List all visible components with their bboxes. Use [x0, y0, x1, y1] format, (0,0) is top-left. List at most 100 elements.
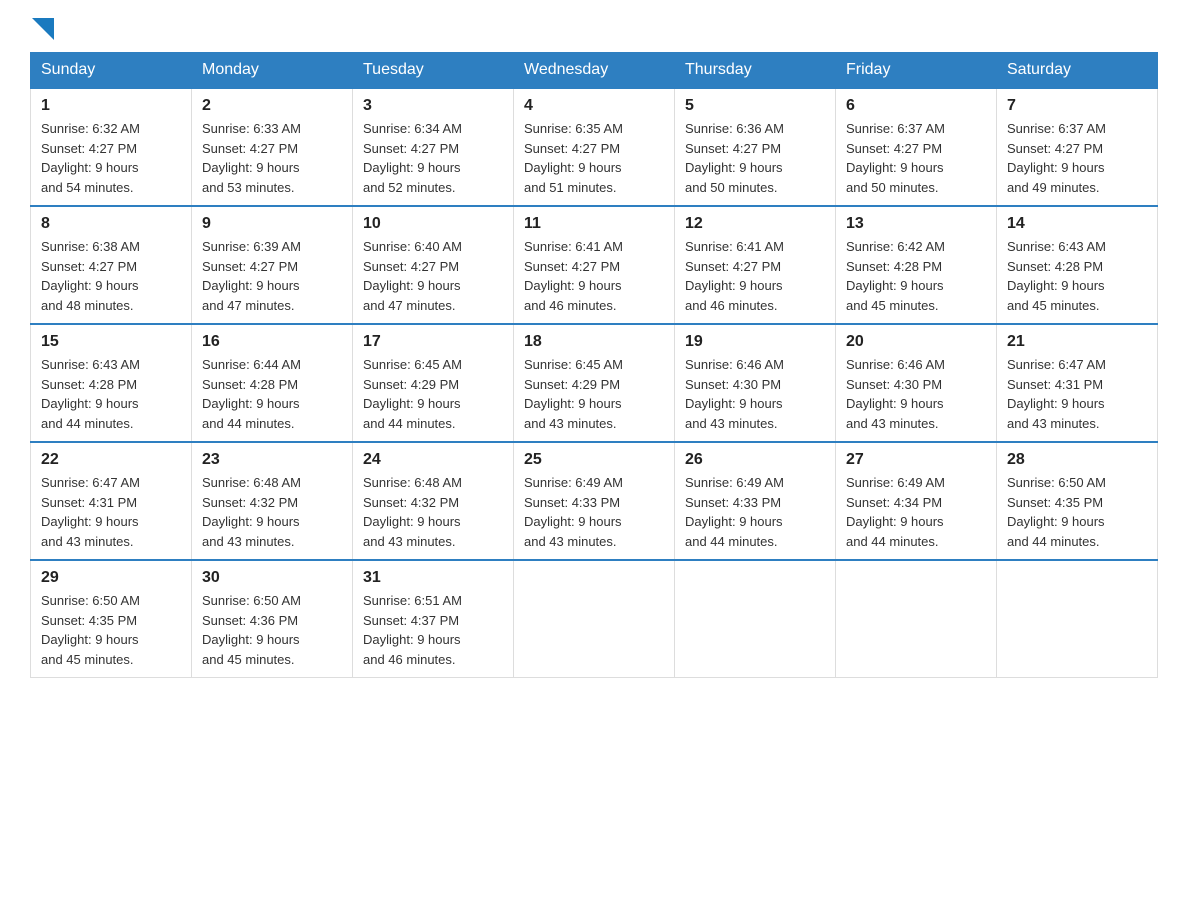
calendar-day-cell: 19 Sunrise: 6:46 AM Sunset: 4:30 PM Dayl… — [675, 324, 836, 442]
day-info: Sunrise: 6:37 AM Sunset: 4:27 PM Dayligh… — [846, 119, 986, 197]
calendar-day-cell: 30 Sunrise: 6:50 AM Sunset: 4:36 PM Dayl… — [192, 560, 353, 678]
day-info: Sunrise: 6:47 AM Sunset: 4:31 PM Dayligh… — [41, 473, 181, 551]
day-number: 24 — [363, 451, 503, 469]
day-number: 19 — [685, 333, 825, 351]
calendar-day-cell: 24 Sunrise: 6:48 AM Sunset: 4:32 PM Dayl… — [353, 442, 514, 560]
day-info: Sunrise: 6:43 AM Sunset: 4:28 PM Dayligh… — [1007, 237, 1147, 315]
day-info: Sunrise: 6:49 AM Sunset: 4:33 PM Dayligh… — [524, 473, 664, 551]
calendar-day-cell — [836, 560, 997, 678]
day-number: 30 — [202, 569, 342, 587]
day-info: Sunrise: 6:42 AM Sunset: 4:28 PM Dayligh… — [846, 237, 986, 315]
calendar-day-cell: 15 Sunrise: 6:43 AM Sunset: 4:28 PM Dayl… — [31, 324, 192, 442]
day-info: Sunrise: 6:40 AM Sunset: 4:27 PM Dayligh… — [363, 237, 503, 315]
calendar-day-cell: 28 Sunrise: 6:50 AM Sunset: 4:35 PM Dayl… — [997, 442, 1158, 560]
day-info: Sunrise: 6:48 AM Sunset: 4:32 PM Dayligh… — [202, 473, 342, 551]
calendar-day-header: Wednesday — [514, 53, 675, 89]
calendar-day-cell: 10 Sunrise: 6:40 AM Sunset: 4:27 PM Dayl… — [353, 206, 514, 324]
calendar-day-cell: 14 Sunrise: 6:43 AM Sunset: 4:28 PM Dayl… — [997, 206, 1158, 324]
day-number: 23 — [202, 451, 342, 469]
calendar-day-header: Saturday — [997, 53, 1158, 89]
calendar-day-cell: 16 Sunrise: 6:44 AM Sunset: 4:28 PM Dayl… — [192, 324, 353, 442]
day-number: 6 — [846, 97, 986, 115]
day-number: 17 — [363, 333, 503, 351]
calendar-day-header: Friday — [836, 53, 997, 89]
day-info: Sunrise: 6:46 AM Sunset: 4:30 PM Dayligh… — [846, 355, 986, 433]
day-number: 21 — [1007, 333, 1147, 351]
day-info: Sunrise: 6:48 AM Sunset: 4:32 PM Dayligh… — [363, 473, 503, 551]
day-info: Sunrise: 6:49 AM Sunset: 4:34 PM Dayligh… — [846, 473, 986, 551]
calendar-day-cell: 5 Sunrise: 6:36 AM Sunset: 4:27 PM Dayli… — [675, 88, 836, 206]
day-info: Sunrise: 6:34 AM Sunset: 4:27 PM Dayligh… — [363, 119, 503, 197]
day-number: 1 — [41, 97, 181, 115]
day-info: Sunrise: 6:45 AM Sunset: 4:29 PM Dayligh… — [524, 355, 664, 433]
day-number: 16 — [202, 333, 342, 351]
day-info: Sunrise: 6:41 AM Sunset: 4:27 PM Dayligh… — [524, 237, 664, 315]
day-number: 22 — [41, 451, 181, 469]
day-info: Sunrise: 6:51 AM Sunset: 4:37 PM Dayligh… — [363, 591, 503, 669]
day-info: Sunrise: 6:39 AM Sunset: 4:27 PM Dayligh… — [202, 237, 342, 315]
calendar-day-cell: 2 Sunrise: 6:33 AM Sunset: 4:27 PM Dayli… — [192, 88, 353, 206]
calendar-day-cell: 1 Sunrise: 6:32 AM Sunset: 4:27 PM Dayli… — [31, 88, 192, 206]
calendar-day-cell — [675, 560, 836, 678]
calendar-day-cell: 4 Sunrise: 6:35 AM Sunset: 4:27 PM Dayli… — [514, 88, 675, 206]
day-info: Sunrise: 6:44 AM Sunset: 4:28 PM Dayligh… — [202, 355, 342, 433]
calendar-day-cell: 3 Sunrise: 6:34 AM Sunset: 4:27 PM Dayli… — [353, 88, 514, 206]
day-info: Sunrise: 6:33 AM Sunset: 4:27 PM Dayligh… — [202, 119, 342, 197]
day-number: 7 — [1007, 97, 1147, 115]
day-info: Sunrise: 6:50 AM Sunset: 4:35 PM Dayligh… — [1007, 473, 1147, 551]
page-header — [30, 20, 1158, 42]
day-info: Sunrise: 6:35 AM Sunset: 4:27 PM Dayligh… — [524, 119, 664, 197]
day-info: Sunrise: 6:37 AM Sunset: 4:27 PM Dayligh… — [1007, 119, 1147, 197]
calendar-table: SundayMondayTuesdayWednesdayThursdayFrid… — [30, 52, 1158, 678]
calendar-header-row: SundayMondayTuesdayWednesdayThursdayFrid… — [31, 53, 1158, 89]
calendar-day-cell: 27 Sunrise: 6:49 AM Sunset: 4:34 PM Dayl… — [836, 442, 997, 560]
day-info: Sunrise: 6:43 AM Sunset: 4:28 PM Dayligh… — [41, 355, 181, 433]
day-info: Sunrise: 6:45 AM Sunset: 4:29 PM Dayligh… — [363, 355, 503, 433]
day-number: 2 — [202, 97, 342, 115]
calendar-day-cell: 21 Sunrise: 6:47 AM Sunset: 4:31 PM Dayl… — [997, 324, 1158, 442]
day-info: Sunrise: 6:46 AM Sunset: 4:30 PM Dayligh… — [685, 355, 825, 433]
day-number: 12 — [685, 215, 825, 233]
day-number: 4 — [524, 97, 664, 115]
day-number: 9 — [202, 215, 342, 233]
calendar-day-cell: 20 Sunrise: 6:46 AM Sunset: 4:30 PM Dayl… — [836, 324, 997, 442]
day-number: 18 — [524, 333, 664, 351]
day-info: Sunrise: 6:36 AM Sunset: 4:27 PM Dayligh… — [685, 119, 825, 197]
calendar-day-cell: 17 Sunrise: 6:45 AM Sunset: 4:29 PM Dayl… — [353, 324, 514, 442]
day-info: Sunrise: 6:49 AM Sunset: 4:33 PM Dayligh… — [685, 473, 825, 551]
day-number: 29 — [41, 569, 181, 587]
day-info: Sunrise: 6:47 AM Sunset: 4:31 PM Dayligh… — [1007, 355, 1147, 433]
calendar-week-row: 1 Sunrise: 6:32 AM Sunset: 4:27 PM Dayli… — [31, 88, 1158, 206]
day-number: 28 — [1007, 451, 1147, 469]
day-number: 31 — [363, 569, 503, 587]
day-number: 5 — [685, 97, 825, 115]
calendar-day-cell: 6 Sunrise: 6:37 AM Sunset: 4:27 PM Dayli… — [836, 88, 997, 206]
calendar-day-cell — [514, 560, 675, 678]
day-info: Sunrise: 6:50 AM Sunset: 4:35 PM Dayligh… — [41, 591, 181, 669]
day-number: 20 — [846, 333, 986, 351]
calendar-day-cell: 13 Sunrise: 6:42 AM Sunset: 4:28 PM Dayl… — [836, 206, 997, 324]
day-number: 14 — [1007, 215, 1147, 233]
day-number: 26 — [685, 451, 825, 469]
calendar-day-cell: 11 Sunrise: 6:41 AM Sunset: 4:27 PM Dayl… — [514, 206, 675, 324]
calendar-day-cell: 22 Sunrise: 6:47 AM Sunset: 4:31 PM Dayl… — [31, 442, 192, 560]
day-number: 11 — [524, 215, 664, 233]
day-number: 13 — [846, 215, 986, 233]
day-number: 25 — [524, 451, 664, 469]
day-number: 8 — [41, 215, 181, 233]
calendar-day-cell: 7 Sunrise: 6:37 AM Sunset: 4:27 PM Dayli… — [997, 88, 1158, 206]
day-info: Sunrise: 6:38 AM Sunset: 4:27 PM Dayligh… — [41, 237, 181, 315]
day-number: 15 — [41, 333, 181, 351]
day-info: Sunrise: 6:41 AM Sunset: 4:27 PM Dayligh… — [685, 237, 825, 315]
calendar-day-cell: 9 Sunrise: 6:39 AM Sunset: 4:27 PM Dayli… — [192, 206, 353, 324]
calendar-day-cell: 23 Sunrise: 6:48 AM Sunset: 4:32 PM Dayl… — [192, 442, 353, 560]
calendar-day-cell: 31 Sunrise: 6:51 AM Sunset: 4:37 PM Dayl… — [353, 560, 514, 678]
calendar-week-row: 29 Sunrise: 6:50 AM Sunset: 4:35 PM Dayl… — [31, 560, 1158, 678]
day-info: Sunrise: 6:50 AM Sunset: 4:36 PM Dayligh… — [202, 591, 342, 669]
day-number: 10 — [363, 215, 503, 233]
calendar-day-cell: 18 Sunrise: 6:45 AM Sunset: 4:29 PM Dayl… — [514, 324, 675, 442]
logo — [30, 20, 55, 42]
calendar-week-row: 15 Sunrise: 6:43 AM Sunset: 4:28 PM Dayl… — [31, 324, 1158, 442]
calendar-day-header: Tuesday — [353, 53, 514, 89]
calendar-day-cell — [997, 560, 1158, 678]
